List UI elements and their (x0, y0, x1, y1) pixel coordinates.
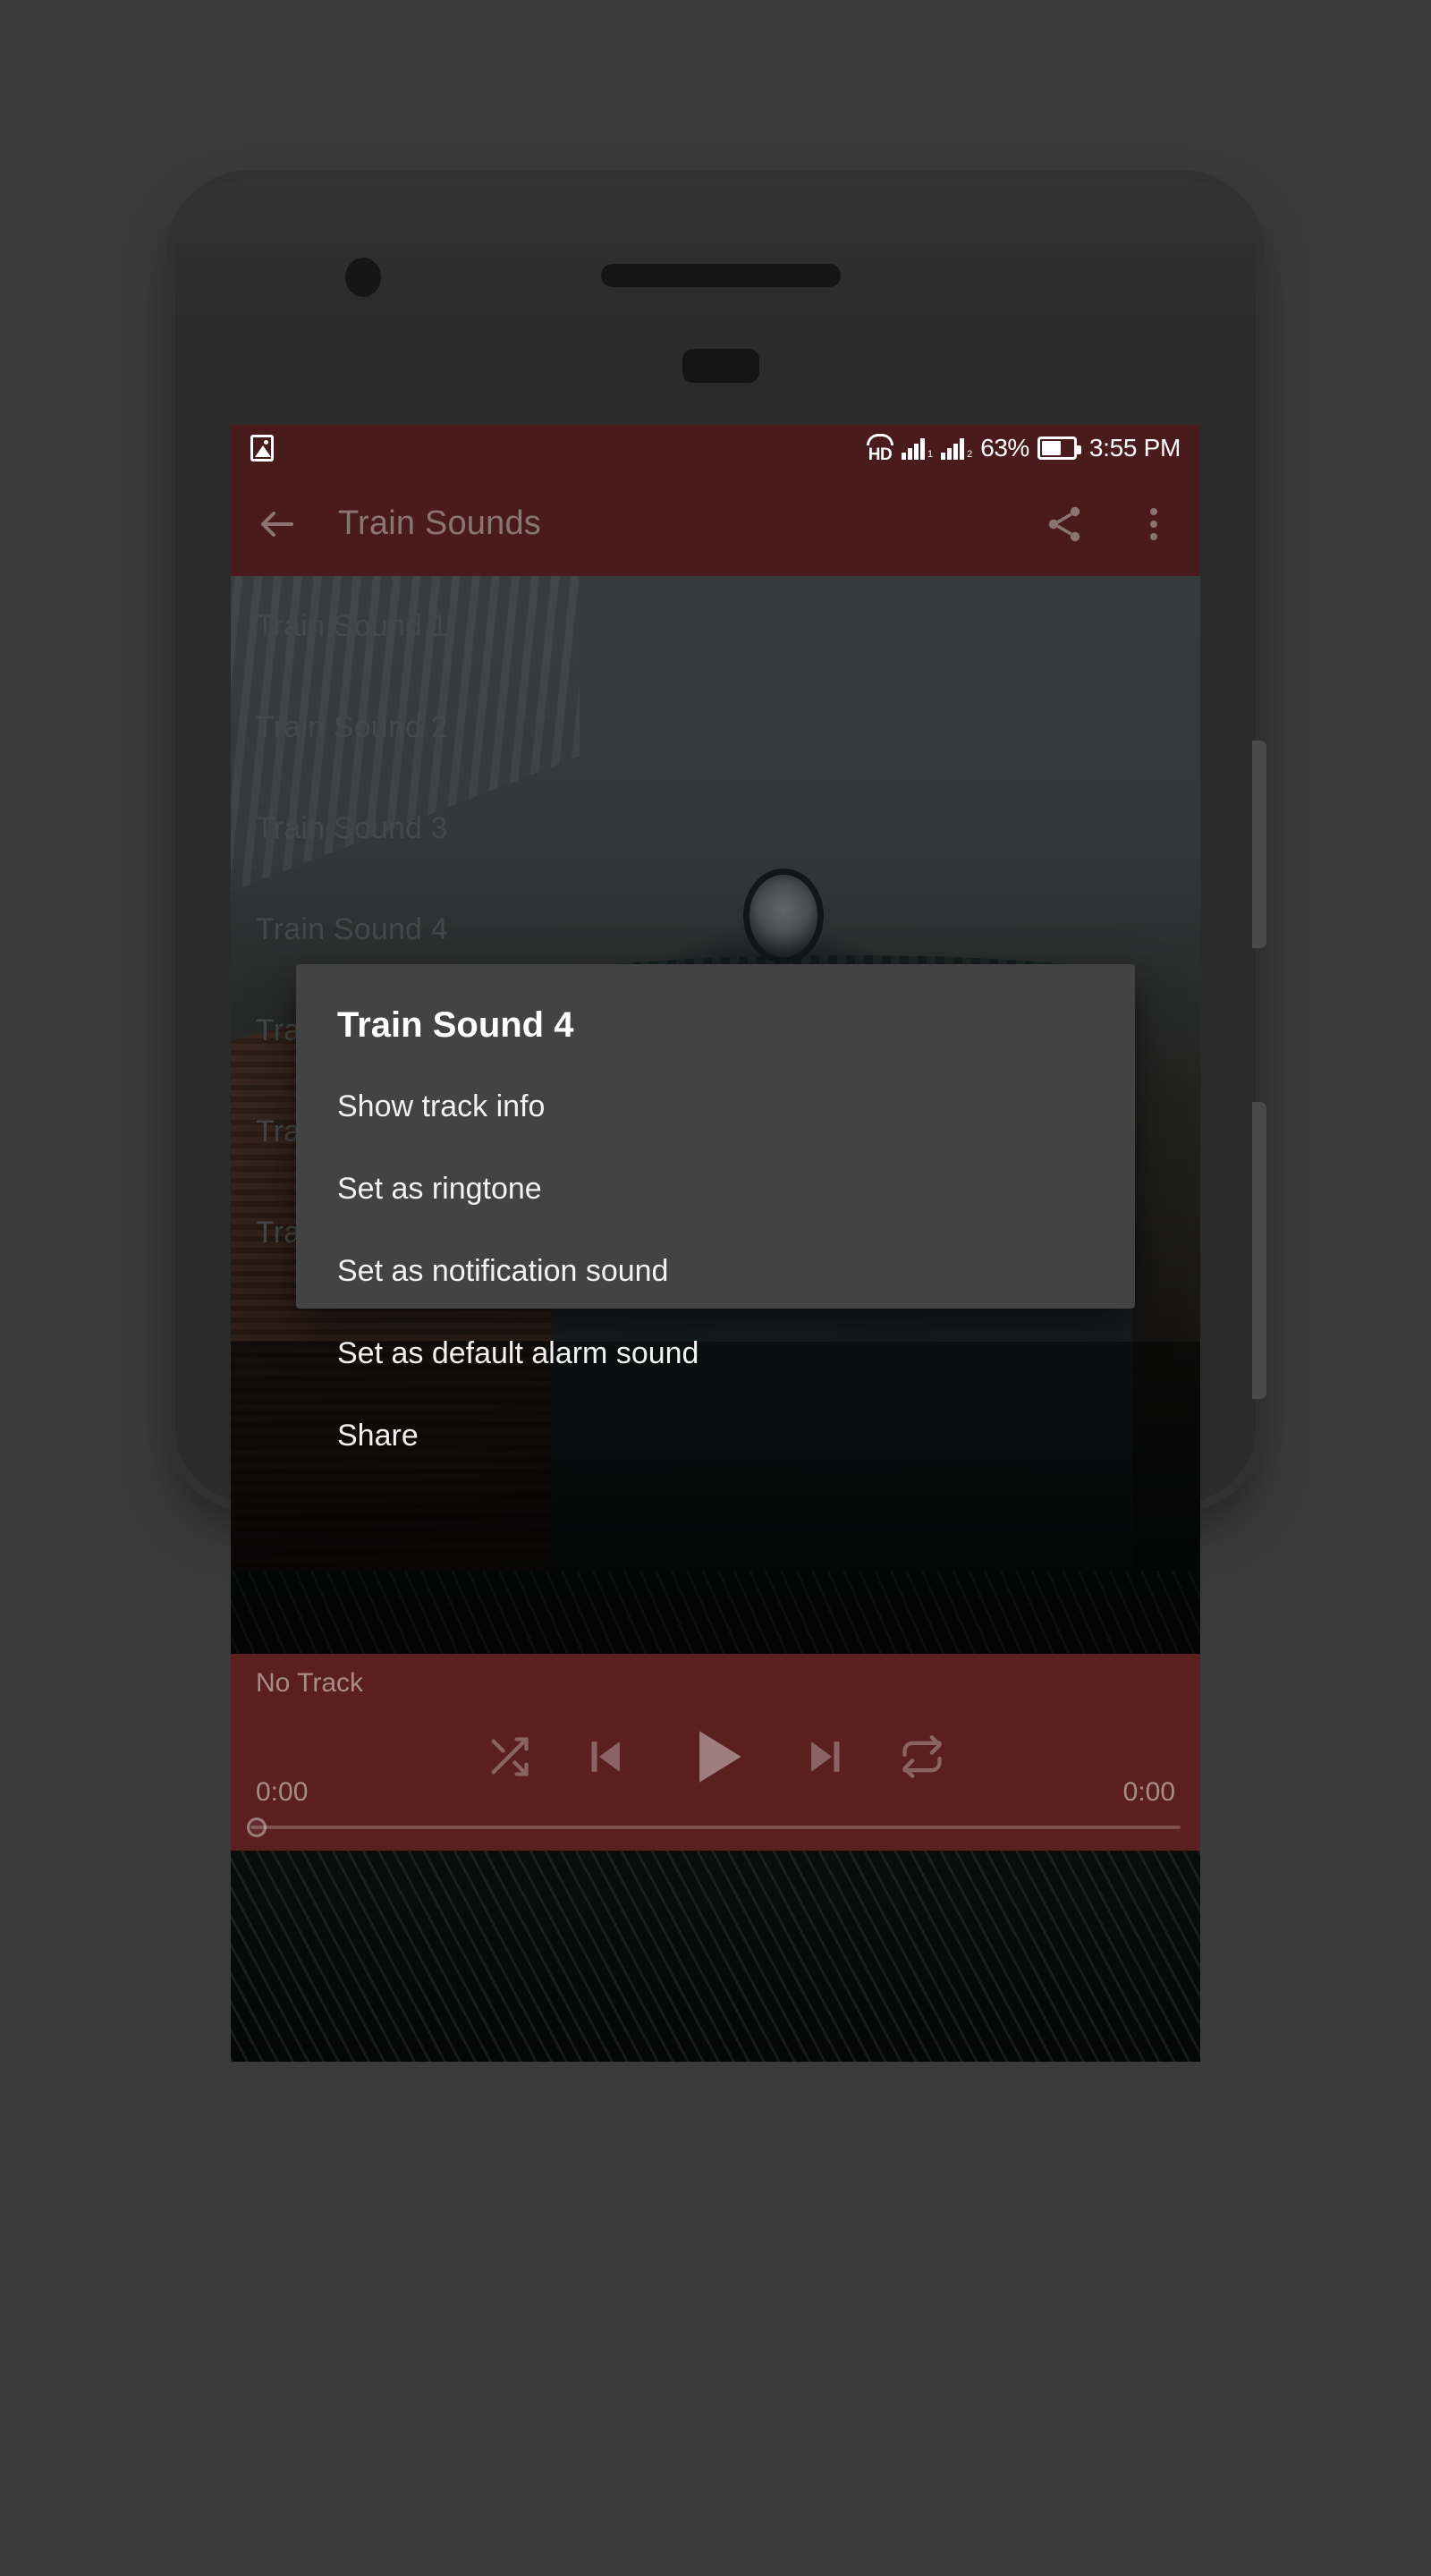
menu-item-show-track-info[interactable]: Show track info (296, 1065, 1135, 1148)
signal-sim2-icon: 2 (941, 436, 972, 460)
more-vert-icon[interactable] (1132, 503, 1175, 546)
arrow-back-icon[interactable] (256, 503, 299, 546)
share-icon[interactable] (1043, 503, 1086, 546)
dialog-title: Train Sound 4 (337, 1005, 574, 1045)
front-camera-icon (345, 258, 381, 297)
menu-item-share[interactable]: Share (296, 1394, 1135, 1477)
player-bar: No Track 0:00 0:00 (231, 1654, 1200, 1851)
sim1-label: 1 (927, 449, 934, 460)
seek-thumb[interactable] (247, 1818, 267, 1837)
page-title: Train Sounds (338, 504, 542, 542)
image-notification-icon (250, 435, 274, 462)
menu-item-set-as-default-alarm-sound[interactable]: Set as default alarm sound (296, 1312, 1135, 1394)
duration-time: 0:00 (1122, 1777, 1175, 1807)
play-icon[interactable] (677, 1718, 754, 1795)
status-bar: HD 1 2 63% 3:55 PM (231, 425, 1200, 471)
now-playing-title: No Track (256, 1668, 364, 1698)
track-options-dialog: Train Sound 4 Show track info Set as rin… (296, 964, 1135, 1453)
repeat-icon[interactable] (899, 1733, 945, 1780)
shuffle-icon[interactable] (486, 1733, 532, 1780)
menu-item-set-as-notification-sound[interactable]: Set as notification sound (296, 1230, 1135, 1312)
bottom-artwork (231, 1851, 1200, 2062)
skip-next-icon[interactable] (800, 1731, 852, 1783)
volte-hd-icon: HD (867, 433, 894, 464)
power-button[interactable] (1252, 1102, 1266, 1399)
volume-button[interactable] (1252, 741, 1266, 948)
earpiece-speaker (601, 264, 841, 287)
sim2-label: 2 (967, 449, 973, 460)
seek-bar[interactable] (247, 1818, 1181, 1837)
app-bar: Train Sounds (231, 471, 1200, 576)
signal-sim1-icon: 1 (902, 436, 933, 460)
battery-icon (1037, 436, 1081, 460)
menu-item-set-as-ringtone[interactable]: Set as ringtone (296, 1148, 1135, 1230)
battery-percent: 63% (980, 434, 1029, 462)
volte-label: HD (868, 445, 893, 464)
phone-screen: Train Sound 1 Train Sound 2 Train Sound … (231, 425, 1200, 2062)
skip-previous-icon[interactable] (579, 1731, 631, 1783)
elapsed-time: 0:00 (256, 1777, 309, 1807)
home-sensor (682, 349, 759, 383)
clock: 3:55 PM (1088, 434, 1181, 462)
dialog-menu: Show track info Set as ringtone Set as n… (296, 1046, 1135, 1477)
